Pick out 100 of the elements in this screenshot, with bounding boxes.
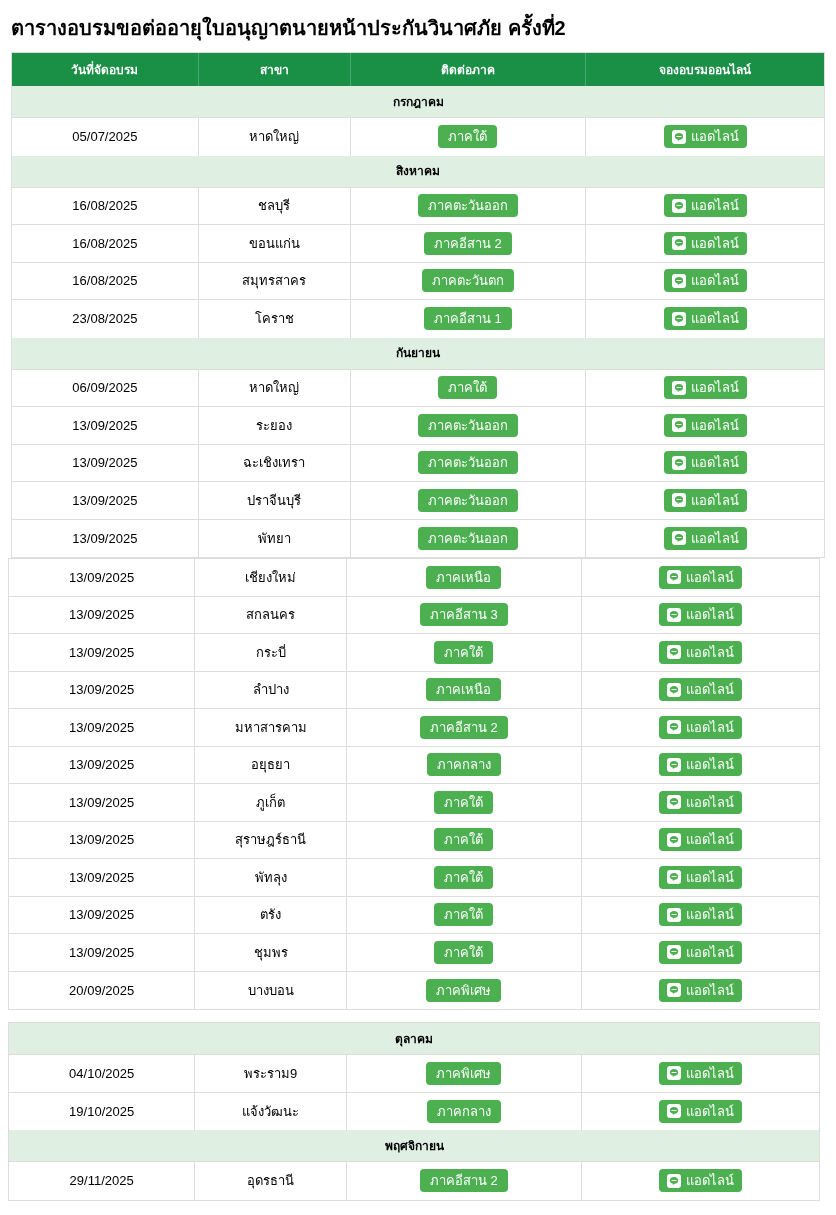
region-button[interactable]: ภาคใต้ [434, 940, 494, 964]
month-label: ตุลาคม [395, 1030, 433, 1048]
region-button[interactable]: ภาคใต้ [434, 828, 494, 852]
branch-cell-text: แจ้งวัฒนะ [242, 1102, 300, 1121]
region-button[interactable]: ภาคตะวันออก [417, 194, 518, 218]
region-button[interactable]: ภาคตะวันออก [417, 413, 518, 437]
chat-bubble-icon [666, 720, 681, 735]
add-line-button[interactable]: แอดไลน์ [658, 978, 742, 1002]
add-line-button[interactable]: แอดไลน์ [663, 488, 747, 512]
add-line-button[interactable]: แอดไลน์ [663, 194, 747, 218]
add-line-button[interactable]: แอดไลน์ [658, 753, 742, 777]
date-cell-text: 06/09/2025 [72, 379, 138, 397]
date-cell-text: 13/09/2025 [72, 416, 138, 435]
add-line-button[interactable]: แอดไลน์ [663, 307, 747, 331]
branch-cell-text: โคราช [254, 310, 294, 328]
date-cell-text: 13/09/2025 [69, 643, 135, 662]
chat-bubble-icon [671, 380, 686, 395]
date-cell-text: 13/09/2025 [69, 681, 135, 699]
chat-bubble-icon [671, 311, 686, 326]
month-label: กรกฎาคม [392, 93, 444, 111]
add-line-button[interactable]: แอดไลน์ [658, 865, 742, 889]
add-line-button[interactable]: แอดไลน์ [663, 376, 747, 400]
date-cell-text: 20/09/2025 [69, 981, 135, 1000]
date-cell-text: 05/07/2025 [72, 128, 138, 146]
region-button[interactable]: ภาคใต้ [434, 865, 494, 889]
chat-bubble-icon [666, 870, 681, 885]
region-button[interactable]: ภาคตะวันตก [421, 269, 514, 293]
add-line-button[interactable]: แอดไลน์ [663, 413, 747, 437]
region-button[interactable]: ภาคกลาง [426, 753, 501, 777]
add-line-button[interactable]: แอดไลน์ [658, 640, 742, 664]
chat-bubble-icon [671, 531, 686, 546]
branch-cell-text: สุราษฎร์ธานี [235, 831, 307, 850]
month-label: กันยายน [396, 345, 440, 362]
add-line-button[interactable]: แอดไลน์ [663, 125, 747, 149]
branch-cell-text: อุดรธานี [247, 1172, 295, 1191]
region-button[interactable]: ภาคตะวันออก [417, 488, 518, 512]
region-button[interactable]: ภาคตะวันออก [417, 451, 518, 475]
add-line-button[interactable]: แอดไลน์ [658, 1099, 742, 1123]
region-button[interactable]: ภาคเหนือ [426, 678, 502, 702]
chat-bubble-icon [666, 645, 681, 660]
add-line-button[interactable]: แอดไลน์ [658, 903, 742, 927]
date-cell-text: 16/08/2025 [72, 272, 138, 290]
add-line-button[interactable]: แอดไลน์ [663, 231, 747, 255]
region-button[interactable]: ภาคอีสาน 1 [423, 307, 512, 331]
branch-cell: ภูเก็ต [256, 792, 286, 812]
branch-cell-text: หาดใหญ่ [249, 128, 300, 146]
branch-cell-text: ชุมพร [253, 943, 288, 962]
date-cell-text: 13/09/2025 [69, 906, 135, 924]
branch-cell-text: พัทยา [257, 529, 291, 548]
date-cell-text: 13/09/2025 [72, 454, 138, 472]
branch-cell-text: พัทลุง [254, 868, 287, 887]
month-label: สิงหาคม [396, 163, 440, 180]
chat-bubble-icon [671, 455, 686, 470]
chat-bubble-icon [666, 607, 681, 622]
region-button[interactable]: ภาคอีสาน 3 [419, 603, 508, 627]
column-header: ติดต่อภาค [440, 61, 495, 79]
region-button[interactable]: ภาคเหนือ [426, 565, 502, 589]
region-button[interactable]: ภาคอีสาน 2 [419, 715, 508, 739]
chat-bubble-icon [671, 198, 686, 213]
date-cell-text: 13/09/2025 [69, 793, 135, 812]
chat-bubble-icon [666, 682, 681, 697]
chat-bubble-icon [671, 493, 686, 508]
date-cell-text: 04/10/2025 [69, 1064, 135, 1083]
region-button[interactable]: ภาคใต้ [434, 903, 494, 927]
region-button[interactable]: ภาคพิเศษ [426, 978, 502, 1002]
column-header: วันที่จัดอบรม [71, 60, 139, 79]
branch-cell-text: ฉะเชิงเทรา [243, 454, 306, 472]
chat-bubble-icon [666, 832, 681, 847]
add-line-button[interactable]: แอดไลน์ [658, 940, 742, 964]
branch-cell-text: เชียงใหม่ [245, 568, 297, 587]
date-cell-text: 23/08/2025 [72, 310, 138, 328]
add-line-button[interactable]: แอดไลน์ [658, 1169, 742, 1193]
chat-bubble-icon [666, 945, 681, 960]
region-button[interactable]: ภาคตะวันออก [417, 526, 518, 550]
add-line-button[interactable]: แอดไลน์ [658, 678, 742, 702]
region-button[interactable]: ภาคใต้ [438, 376, 498, 400]
region-button[interactable]: ภาคใต้ [434, 640, 494, 664]
region-button[interactable]: ภาคกลาง [426, 1099, 501, 1123]
branch-cell-text: ลำปาง [252, 681, 289, 699]
month-label: พฤศจิกายน [384, 1137, 444, 1155]
region-button[interactable]: ภาคใต้ [434, 790, 494, 814]
add-line-button[interactable]: แอดไลน์ [663, 451, 747, 475]
column-header: สาขา [259, 61, 289, 79]
branch-cell-text: พระราม9 [243, 1064, 298, 1083]
region-button[interactable]: ภาคพิเศษ [426, 1061, 502, 1085]
add-line-button[interactable]: แอดไลน์ [658, 1061, 742, 1085]
region-button[interactable]: ภาคอีสาน 2 [419, 1169, 508, 1193]
region-button[interactable]: ภาคอีสาน 2 [423, 231, 512, 255]
add-line-button[interactable]: แอดไลน์ [663, 526, 747, 550]
add-line-button[interactable]: แอดไลน์ [658, 715, 742, 739]
region-button[interactable]: ภาคใต้ [438, 125, 498, 149]
add-line-button[interactable]: แอดไลน์ [658, 828, 742, 852]
branch-cell-text: มหาสารคาม [234, 718, 307, 737]
add-line-button[interactable]: แอดไลน์ [663, 269, 747, 293]
add-line-button[interactable]: แอดไลน์ [658, 603, 742, 627]
chat-bubble-icon [666, 757, 681, 772]
branch-cell-text: บางบอน [247, 981, 294, 1000]
chat-bubble-icon [671, 236, 686, 251]
add-line-button[interactable]: แอดไลน์ [658, 565, 742, 589]
add-line-button[interactable]: แอดไลน์ [658, 790, 742, 814]
